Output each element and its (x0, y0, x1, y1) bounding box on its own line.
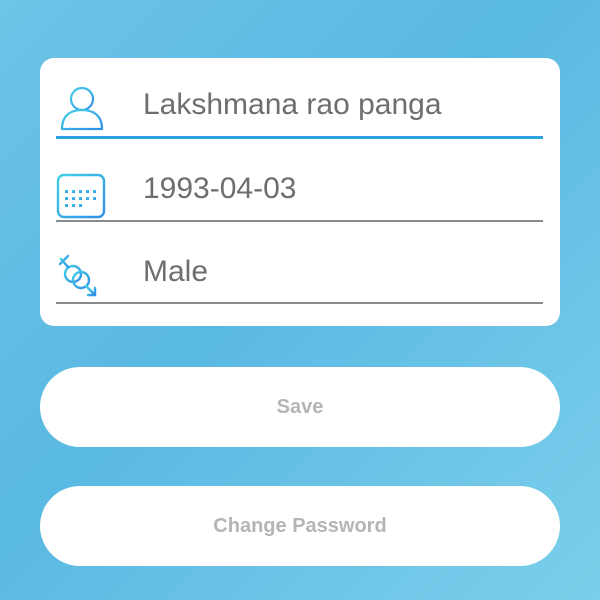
name-value: Lakshmana rao panga (143, 88, 442, 121)
dob-value: 1993-04-03 (143, 172, 297, 205)
dob-field[interactable]: 1993-04-03 (40, 142, 560, 226)
change-password-button[interactable]: Change Password (40, 486, 560, 566)
gender-icon (58, 254, 97, 297)
gender-value: Male (143, 255, 209, 288)
gender-underline (56, 302, 543, 304)
profile-card: Lakshmana rao panga 1993-04-03 Male (40, 58, 560, 326)
calendar-icon (56, 168, 106, 219)
gender-field[interactable]: Male (40, 225, 560, 309)
user-icon (60, 86, 104, 131)
name-underline (56, 136, 543, 139)
name-field[interactable]: Lakshmana rao panga (40, 58, 560, 142)
dob-underline (56, 220, 543, 222)
save-button[interactable]: Save (40, 367, 560, 447)
